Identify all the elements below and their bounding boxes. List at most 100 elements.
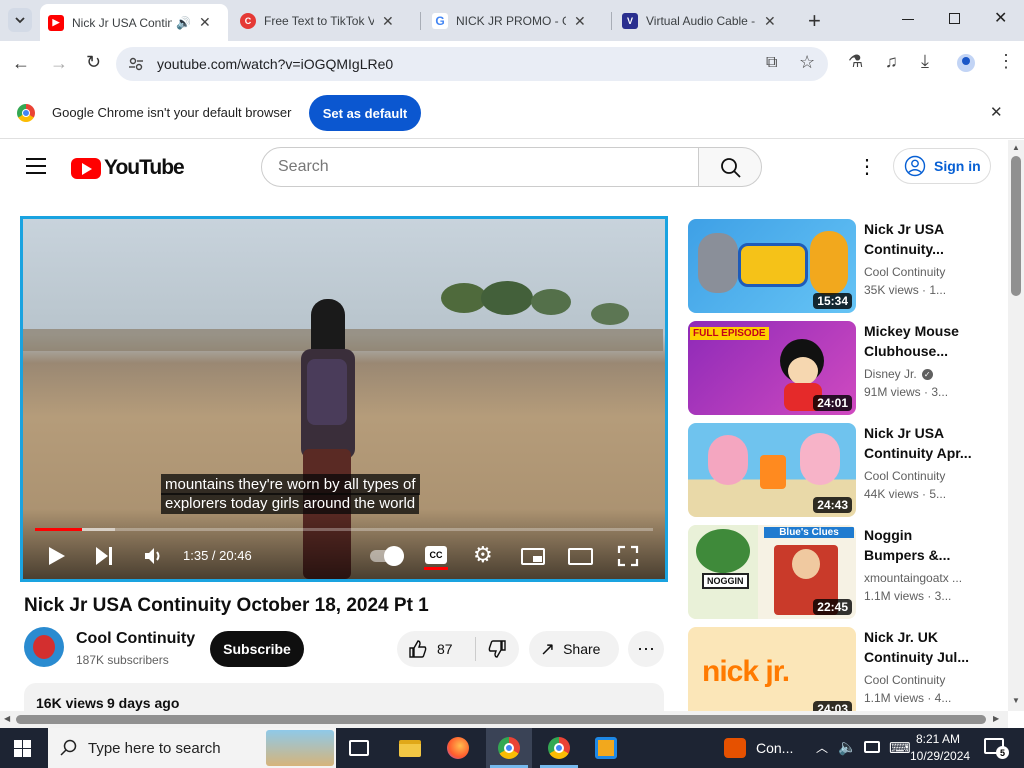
media-control-icon[interactable]: ♫: [885, 52, 898, 72]
youtube-favicon-icon: ▶: [48, 14, 64, 31]
recommended-title: Mickey Mouse: [864, 323, 959, 339]
reload-button[interactable]: ↻: [86, 52, 101, 73]
tab-nick-jr[interactable]: ▶ Nick Jr USA Continuity 🔊 ✕: [40, 4, 228, 41]
search-input[interactable]: Search: [261, 147, 699, 187]
recommended-title: Noggin: [864, 527, 913, 543]
verified-check-icon: ✓: [921, 368, 933, 380]
clock-date[interactable]: 10/29/2024: [910, 749, 970, 763]
progress-bar[interactable]: [35, 528, 653, 531]
firefox-icon[interactable]: [447, 737, 469, 759]
back-button[interactable]: ←: [12, 53, 30, 74]
install-app-icon[interactable]: ⧉: [766, 54, 777, 72]
thumbs-down-icon: [488, 640, 506, 658]
network-icon[interactable]: [864, 741, 880, 753]
task-view-button[interactable]: [349, 740, 369, 756]
labs-flask-icon[interactable]: ⚗: [848, 52, 863, 72]
horizontal-scrollbar[interactable]: ◀ ▶: [0, 711, 1008, 728]
share-icon: ↗: [540, 638, 556, 659]
duration-badge: 22:45: [813, 599, 852, 615]
scroll-right-arrow[interactable]: ▶: [993, 714, 999, 723]
keyboard-icon[interactable]: ⌨: [889, 739, 911, 757]
chrome-profile-taskbar-button[interactable]: [536, 728, 582, 768]
video-player[interactable]: mountains they're worn by all types of e…: [20, 216, 668, 582]
tab-nick-jr-promo[interactable]: G NICK JR PROMO - Google ✕: [424, 6, 608, 36]
clock-time[interactable]: 8:21 AM: [916, 732, 960, 746]
video-title: Nick Jr USA Continuity October 18, 2024 …: [24, 595, 429, 616]
tray-app-icon[interactable]: [724, 738, 746, 758]
close-tab-icon[interactable]: ✕: [199, 14, 211, 31]
volume-tray-icon[interactable]: 🔈: [838, 738, 857, 756]
show-hidden-icons-icon[interactable]: ︿: [816, 739, 828, 756]
play-button[interactable]: [49, 547, 65, 565]
chrome-menu-icon[interactable]: ⋮: [997, 51, 1015, 72]
recommended-meta: 1.1M views · 4...: [864, 691, 952, 705]
like-count: 87: [437, 641, 453, 657]
fullscreen-icon[interactable]: [617, 545, 639, 567]
profile-avatar[interactable]: [957, 54, 975, 72]
channel-avatar[interactable]: [24, 627, 64, 667]
autoplay-toggle[interactable]: [370, 546, 404, 566]
next-button[interactable]: [96, 547, 114, 565]
description-box[interactable]: 16K views 9 days ago: [24, 683, 664, 711]
minimize-button[interactable]: [902, 10, 916, 24]
search-icon: [60, 739, 77, 756]
like-button[interactable]: 87: [397, 631, 475, 667]
notification-center-button[interactable]: 5: [984, 738, 1009, 759]
new-tab-button[interactable]: +: [808, 8, 821, 34]
tab-tiktok-voice[interactable]: C Free Text to TikTok Voice ✕: [232, 6, 416, 36]
subtitles-button[interactable]: CC: [425, 546, 447, 564]
tab-search-button[interactable]: [8, 8, 32, 32]
recommended-video[interactable]: 15:34 Nick Jr USA Continuity... Cool Con…: [688, 219, 988, 313]
tab-virtual-audio-cable[interactable]: V Virtual Audio Cable - D ✕: [614, 6, 802, 36]
file-explorer-icon[interactable]: [399, 740, 421, 757]
recommended-meta: 91M views · 3...: [864, 385, 949, 399]
more-actions-button[interactable]: ⋯: [628, 631, 664, 667]
address-bar[interactable]: youtube.com/watch?v=iOGQMIgLRe0 ⧉ ☆: [116, 47, 828, 81]
theater-mode-icon[interactable]: [568, 548, 593, 565]
close-window-button[interactable]: ✕: [994, 8, 1007, 28]
recommended-video[interactable]: NOGGIN Blue's Clues 22:45 Noggin Bumpers…: [688, 525, 988, 619]
thumbnail-badge: FULL EPISODE: [690, 327, 769, 340]
dislike-button[interactable]: [476, 631, 518, 667]
close-tab-icon[interactable]: ✕: [764, 13, 776, 30]
scroll-left-arrow[interactable]: ◀: [4, 714, 10, 723]
bookmark-star-icon[interactable]: ☆: [799, 52, 815, 73]
youtube-play-logo-icon: [71, 157, 101, 179]
start-button[interactable]: [14, 740, 31, 757]
channel-name[interactable]: Cool Continuity: [76, 630, 195, 648]
close-tab-icon[interactable]: ✕: [574, 13, 586, 30]
app-icon[interactable]: [595, 737, 617, 759]
close-infobar-icon[interactable]: ✕: [990, 103, 1003, 121]
set-as-default-button[interactable]: Set as default: [309, 95, 421, 131]
scroll-down-arrow[interactable]: ▼: [1012, 696, 1020, 705]
search-button[interactable]: [698, 147, 762, 187]
upload-date: 9 days ago: [107, 695, 180, 711]
sign-in-button[interactable]: Sign in: [893, 148, 991, 184]
share-button[interactable]: ↗ Share: [529, 631, 619, 667]
settings-gear-icon[interactable]: ⚙: [473, 542, 493, 568]
recommended-video[interactable]: FULL EPISODE 24:01 Mickey Mouse Clubhous…: [688, 321, 988, 415]
chevron-down-icon: [15, 17, 25, 24]
chrome-taskbar-button[interactable]: [486, 728, 532, 768]
recommended-video[interactable]: 24:43 Nick Jr USA Continuity Apr... Cool…: [688, 423, 988, 517]
downloads-icon[interactable]: ⤓: [921, 51, 929, 72]
miniplayer-icon[interactable]: [521, 548, 545, 565]
restore-button[interactable]: [949, 13, 960, 24]
close-tab-icon[interactable]: ✕: [382, 13, 394, 30]
subscribe-button[interactable]: Subscribe: [210, 631, 304, 667]
taskbar-search-box[interactable]: Type here to search: [48, 728, 336, 768]
vertical-scrollbar[interactable]: ▲ ▼: [1008, 140, 1024, 711]
tray-app-label[interactable]: Con...: [756, 740, 793, 756]
settings-more-icon[interactable]: ⋮: [857, 154, 877, 179]
video-thumbnail: 15:34: [688, 219, 856, 313]
url-text[interactable]: youtube.com/watch?v=iOGQMIgLRe0: [157, 56, 393, 72]
site-info-icon[interactable]: [128, 56, 144, 72]
scrollbar-thumb[interactable]: [16, 715, 986, 724]
youtube-logo[interactable]: YouTube: [71, 156, 185, 180]
volume-icon[interactable]: [142, 545, 164, 567]
recommended-video[interactable]: nick jr. 24:03 Nick Jr. UK Continuity Ju…: [688, 627, 988, 711]
hamburger-menu-icon[interactable]: [26, 158, 46, 174]
forward-button[interactable]: →: [50, 53, 68, 74]
scrollbar-thumb[interactable]: [1011, 156, 1021, 296]
scroll-up-arrow[interactable]: ▲: [1012, 143, 1020, 152]
